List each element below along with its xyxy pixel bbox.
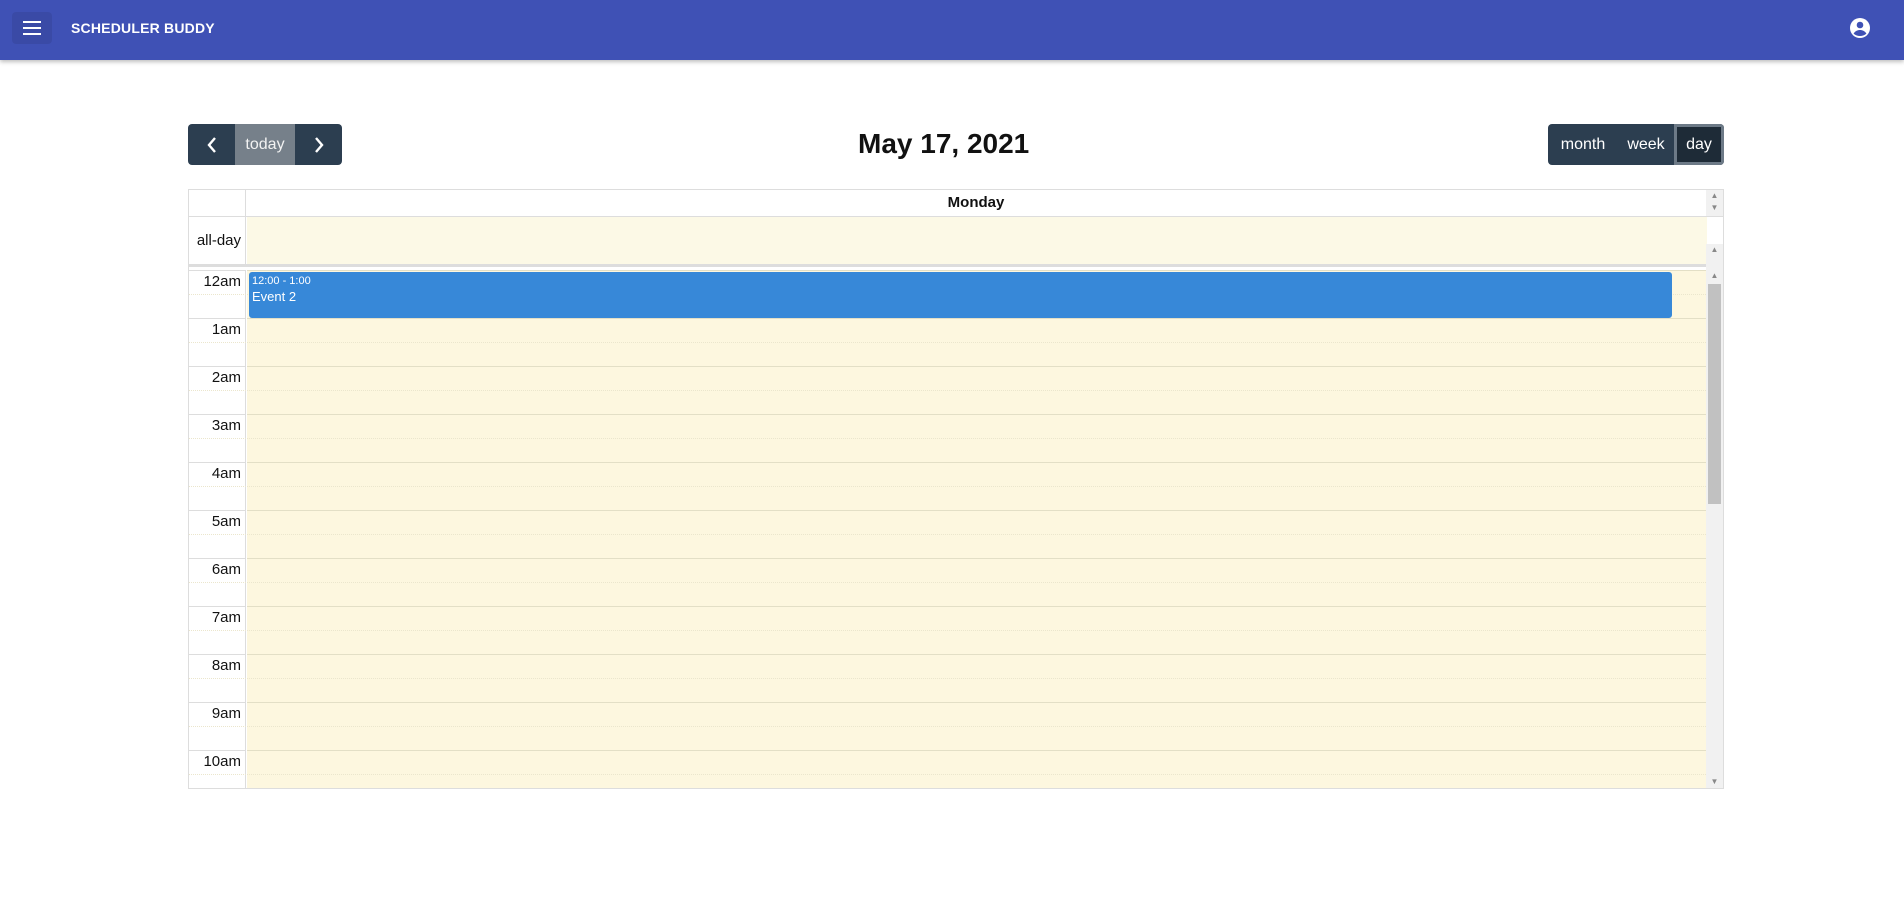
calendar-title: May 17, 2021 (858, 128, 1030, 159)
next-button[interactable] (295, 124, 342, 165)
event-title: Event 2 (252, 289, 297, 304)
hour-row: 4am (189, 462, 1706, 510)
axis-line (189, 318, 246, 319)
app-bar: SCHEDULER BUDDY (0, 0, 1904, 60)
date-navigation: today (188, 124, 342, 165)
column-header: Monday ▲ ▼ (189, 190, 1723, 217)
hour-row: 7am (189, 606, 1706, 654)
week-view-button[interactable]: week (1618, 124, 1674, 165)
hour-row: 5am (189, 510, 1706, 558)
axis-line (189, 510, 246, 511)
half-hour-line (189, 726, 1706, 727)
half-hour-line (189, 390, 1706, 391)
all-day-cell[interactable] (247, 217, 1707, 264)
axis-line (189, 558, 246, 559)
menu-button[interactable] (12, 12, 52, 44)
hour-row: 10am (189, 750, 1706, 788)
month-view-button[interactable]: month (1548, 124, 1618, 165)
hour-row: 3am (189, 414, 1706, 462)
axis-line (189, 366, 246, 367)
menu-icon (23, 21, 41, 35)
axis-line (189, 750, 246, 751)
half-hour-line (189, 438, 1706, 439)
axis-header (189, 190, 246, 216)
half-hour-line (189, 582, 1706, 583)
hour-row: 1am (189, 318, 1706, 366)
time-grid[interactable]: 12am1am2am3am4am5am6am7am8am9am10am11am … (189, 270, 1723, 788)
time-slot[interactable] (247, 750, 1706, 788)
axis-line (189, 270, 246, 271)
today-button[interactable]: today (235, 124, 295, 165)
hour-row: 6am (189, 558, 1706, 606)
chevron-right-icon (314, 136, 324, 153)
hour-row: 9am (189, 702, 1706, 750)
axis-line (189, 414, 246, 415)
view-switcher: month week day (1548, 124, 1724, 165)
half-hour-line (189, 534, 1706, 535)
all-day-label: all-day (189, 217, 246, 264)
half-hour-line (189, 342, 1706, 343)
header-scrollbar[interactable]: ▲ ▼ (1706, 190, 1723, 216)
event-time: 12:00 - 1:00 (252, 275, 311, 287)
scroll-up-arrow-icon[interactable]: ▲ (1706, 244, 1723, 256)
event-block[interactable]: 12:00 - 1:00 Event 2 (249, 272, 1672, 318)
scroll-up-arrow-icon[interactable]: ▲ (1706, 190, 1723, 202)
half-hour-line (189, 630, 1706, 631)
hour-row: 8am (189, 654, 1706, 702)
calendar-grid: Monday ▲ ▼ all-day ▲ ▼ 12am1am2am3am4am5… (188, 189, 1724, 789)
all-day-row: all-day ▲ ▼ (189, 217, 1723, 291)
axis-line (189, 606, 246, 607)
half-hour-line (189, 486, 1706, 487)
scroll-down-arrow-icon[interactable]: ▼ (1706, 202, 1723, 214)
chevron-left-icon (206, 136, 216, 153)
account-button[interactable] (1848, 16, 1872, 40)
account-circle-icon (1850, 18, 1870, 38)
app-title: SCHEDULER BUDDY (71, 20, 215, 36)
axis-line (189, 702, 246, 703)
hour-label: 10am (189, 750, 246, 788)
scroll-up-arrow-icon[interactable]: ▲ (1706, 270, 1723, 282)
prev-button[interactable] (188, 124, 235, 165)
day-header[interactable]: Monday (246, 190, 1706, 216)
axis-line (189, 654, 246, 655)
day-view-button[interactable]: day (1674, 124, 1724, 165)
scrollbar-thumb[interactable] (1708, 284, 1721, 504)
half-hour-line (189, 678, 1706, 679)
axis-line (189, 462, 246, 463)
hour-row: 2am (189, 366, 1706, 414)
half-hour-line (189, 774, 1706, 775)
time-grid-scrollbar[interactable]: ▲ ▼ (1706, 270, 1723, 788)
scroll-down-arrow-icon[interactable]: ▼ (1706, 776, 1723, 788)
